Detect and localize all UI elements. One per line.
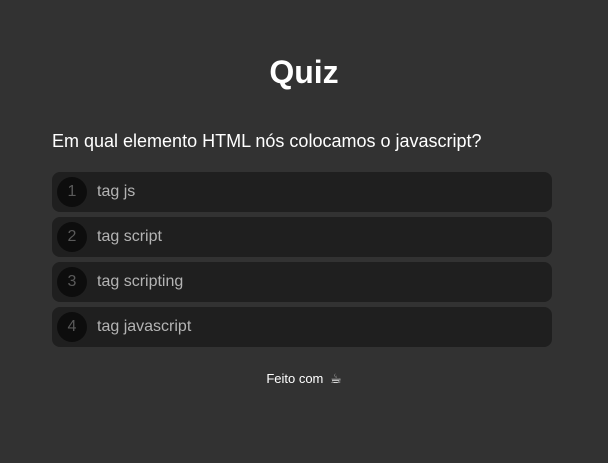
answer-option-1[interactable]: 1 tag js [52, 172, 552, 212]
answer-label: tag script [97, 228, 162, 245]
answers-list: 1 tag js 2 tag script 3 tag scripting 4 … [52, 172, 552, 352]
answer-label: tag javascript [97, 318, 192, 335]
quiz-page: Quiz Em qual elemento HTML nós colocamos… [0, 0, 608, 463]
page-title: Quiz [269, 54, 339, 90]
question-text: Em qual elemento HTML nós colocamos o ja… [52, 131, 482, 151]
answer-option-3[interactable]: 3 tag scripting [52, 262, 552, 302]
answer-label: tag js [97, 183, 136, 200]
footer: Feito com ☕ [0, 371, 608, 387]
answer-option-4[interactable]: 4 tag javascript [52, 307, 552, 347]
footer-text: Feito com [266, 371, 324, 386]
answer-number-badge: 3 [57, 267, 87, 297]
answer-number-badge: 1 [57, 177, 87, 207]
answer-label: tag scripting [97, 273, 184, 290]
coffee-icon: ☕ [330, 371, 342, 386]
answer-number-badge: 2 [57, 222, 87, 252]
answer-number-badge: 4 [57, 312, 87, 342]
answer-option-2[interactable]: 2 tag script [52, 217, 552, 257]
